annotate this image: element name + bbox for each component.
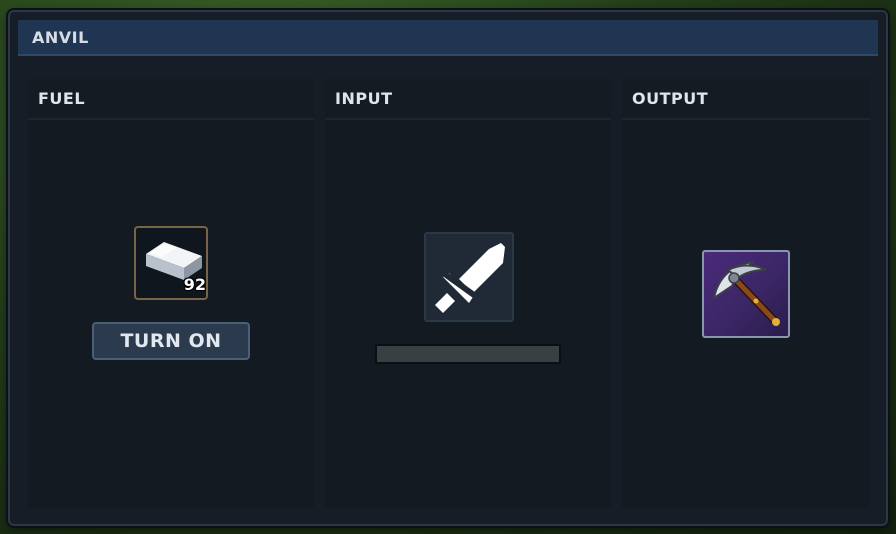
broken-sword-icon [433, 243, 505, 316]
input-panel-header: INPUT [325, 78, 611, 120]
fuel-slot[interactable]: 92 [134, 226, 208, 300]
output-slot[interactable] [702, 250, 790, 338]
fuel-panel: FUEL 92 TURN ON [28, 78, 314, 508]
fuel-panel-title: FUEL [38, 88, 86, 108]
input-panel: INPUT [325, 78, 611, 508]
title-bar: ANVIL [18, 20, 878, 56]
output-panel: OUTPUT [622, 78, 870, 508]
output-panel-title: OUTPUT [632, 88, 709, 108]
smelting-progress-bar [375, 344, 561, 364]
window-title: ANVIL [32, 27, 89, 47]
fuel-item-count: 92 [183, 275, 206, 294]
fuel-panel-header: FUEL [28, 78, 314, 120]
turn-on-button[interactable]: TURN ON [92, 322, 250, 360]
input-slot[interactable] [424, 232, 514, 322]
input-panel-title: INPUT [335, 88, 393, 108]
output-panel-header: OUTPUT [622, 78, 870, 120]
anvil-window: ANVIL FUEL 92 TURN ON INPUT OUTPUT [8, 10, 888, 526]
pickaxe-icon [712, 261, 780, 326]
